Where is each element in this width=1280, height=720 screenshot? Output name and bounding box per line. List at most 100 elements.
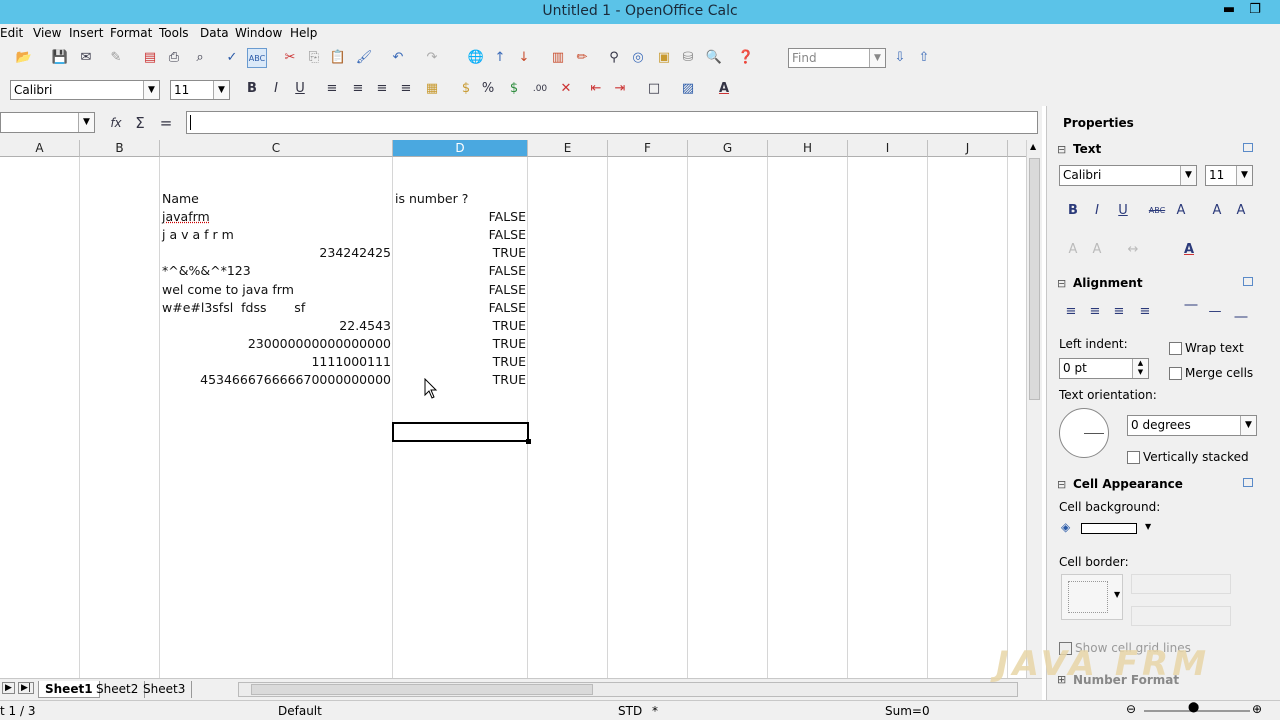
cell-d[interactable]: TRUE: [395, 244, 526, 262]
collapse-text-icon[interactable]: ⊟: [1057, 143, 1066, 156]
spellcheck-icon[interactable]: ✓: [222, 48, 242, 68]
superscript-icon[interactable]: A: [1207, 201, 1227, 221]
cell-c[interactable]: 234242425: [162, 244, 391, 262]
border-style-picker[interactable]: [1131, 574, 1231, 594]
autospellcheck-icon[interactable]: ABC: [247, 48, 267, 68]
find-replace-icon[interactable]: ⚲: [604, 48, 624, 68]
orientation-dial[interactable]: [1059, 408, 1109, 458]
align-middle-icon[interactable]: —: [1205, 302, 1225, 322]
column-header-h[interactable]: H: [768, 140, 848, 157]
merge-cells-checkbox[interactable]: [1169, 367, 1182, 380]
undo-icon[interactable]: ↶: [388, 48, 408, 68]
subscript-icon[interactable]: A: [1231, 201, 1251, 221]
sidebar-justify-icon[interactable]: ≡: [1135, 302, 1155, 322]
chevron-down-icon[interactable]: ▼: [78, 113, 94, 132]
export-pdf-icon[interactable]: ▤: [140, 48, 160, 68]
zoom-out-icon[interactable]: ⊖: [1126, 702, 1136, 716]
align-left-icon[interactable]: ≡: [322, 79, 342, 99]
cell-c[interactable]: *^&%&^*123: [162, 262, 391, 280]
increase-indent-icon[interactable]: ⇥: [610, 79, 630, 99]
border-color-picker[interactable]: [1131, 606, 1231, 626]
cell-d[interactable]: FALSE: [395, 262, 526, 280]
function-icon[interactable]: =: [156, 113, 176, 133]
name-box[interactable]: ▼: [0, 112, 95, 133]
edit-file-icon[interactable]: ✎: [106, 48, 126, 68]
cell-d-header[interactable]: is number ?: [395, 190, 526, 208]
alignment-section-title[interactable]: Alignment: [1073, 276, 1143, 290]
chevron-down-icon[interactable]: ▼: [1236, 166, 1252, 185]
cell-background-picker[interactable]: ◈ ▼: [1061, 520, 1155, 538]
cell-d[interactable]: FALSE: [395, 208, 526, 226]
menu-edit[interactable]: Edit: [0, 26, 23, 40]
font-color-icon[interactable]: A: [714, 79, 734, 99]
horizontal-scrollbar[interactable]: [238, 682, 1018, 697]
cell-c[interactable]: javafrm: [162, 208, 391, 226]
sidebar-font-size[interactable]: 11 ▼: [1205, 165, 1253, 186]
cell-d[interactable]: FALSE: [395, 226, 526, 244]
email-icon[interactable]: ✉: [76, 48, 96, 68]
find-next-icon[interactable]: ⇩: [890, 48, 910, 68]
underline-icon[interactable]: U: [290, 79, 310, 99]
column-header-k[interactable]: [1008, 140, 1026, 157]
chevron-down-icon[interactable]: ▼: [213, 81, 229, 99]
status-sum[interactable]: Sum=0: [885, 704, 930, 718]
column-header-c[interactable]: C: [160, 140, 393, 157]
column-header-b[interactable]: B: [80, 140, 160, 157]
standard-format-icon[interactable]: $: [504, 79, 524, 99]
menu-format[interactable]: Format: [110, 26, 152, 40]
menu-help[interactable]: Help: [290, 26, 317, 40]
cell-d[interactable]: FALSE: [395, 299, 526, 317]
data-sources-icon[interactable]: ⛁: [678, 48, 698, 68]
font-size-box[interactable]: 11 ▼: [170, 80, 230, 100]
find-previous-icon[interactable]: ⇧: [914, 48, 934, 68]
sort-descending-icon[interactable]: ↓: [514, 48, 534, 68]
justify-icon[interactable]: ≡: [396, 79, 416, 99]
menu-tools[interactable]: Tools: [159, 26, 189, 40]
sidebar-align-center-icon[interactable]: ≡: [1085, 302, 1105, 322]
orientation-degrees[interactable]: 0 degrees ▼: [1127, 415, 1257, 436]
italic-icon[interactable]: I: [266, 79, 286, 99]
merge-cells-icon[interactable]: ▦: [422, 79, 442, 99]
column-header-f[interactable]: F: [608, 140, 688, 157]
cell-border-picker[interactable]: ▼: [1061, 574, 1123, 620]
sidebar-font-color-icon[interactable]: A: [1179, 240, 1199, 260]
percent-icon[interactable]: %: [478, 79, 498, 99]
selection-mode[interactable]: STD: [618, 704, 642, 718]
sidebar-underline-icon[interactable]: U: [1113, 201, 1133, 221]
chevron-down-icon[interactable]: ▼: [869, 49, 885, 67]
text-section-title[interactable]: Text: [1073, 142, 1101, 156]
cell-c-name[interactable]: Name: [162, 190, 391, 208]
gallery-icon[interactable]: ▣: [654, 48, 674, 68]
cell-c[interactable]: wel come to java frm: [162, 281, 391, 299]
show-draw-icon[interactable]: ✏: [572, 48, 592, 68]
cell-c[interactable]: 1111000111: [162, 353, 391, 371]
open-icon[interactable]: 📂: [14, 48, 34, 68]
sum-icon[interactable]: Σ: [130, 113, 150, 133]
cell-d[interactable]: TRUE: [395, 353, 526, 371]
cell-c[interactable]: 453466676666670000000000: [162, 371, 391, 389]
menu-data[interactable]: Data: [200, 26, 229, 40]
navigator-icon[interactable]: ◎: [628, 48, 648, 68]
vertically-stacked-checkbox[interactable]: [1127, 451, 1140, 464]
sidebar-align-left-icon[interactable]: ≡: [1061, 302, 1081, 322]
sort-ascending-icon[interactable]: ↑: [490, 48, 510, 68]
add-decimal-icon[interactable]: .00: [530, 79, 550, 99]
formula-input[interactable]: [186, 111, 1038, 134]
align-right-icon[interactable]: ≡: [372, 79, 392, 99]
hyperlink-icon[interactable]: 🌐: [466, 48, 486, 68]
chart-icon[interactable]: ▥: [548, 48, 568, 68]
alignment-more-options-icon[interactable]: [1243, 277, 1253, 286]
background-color-icon[interactable]: ▨: [678, 79, 698, 99]
zoom-in-icon[interactable]: ⊕: [1252, 702, 1262, 716]
zoom-slider-handle[interactable]: ⬤: [1188, 702, 1199, 713]
chevron-down-icon[interactable]: ▼: [1145, 522, 1151, 531]
find-input[interactable]: Find ▼: [788, 48, 886, 68]
character-spacing-icon[interactable]: ↔: [1123, 240, 1143, 260]
restore-button[interactable]: ❐: [1240, 0, 1270, 22]
last-sheet-nav-icon[interactable]: ▶: [2, 682, 15, 694]
currency-icon[interactable]: $: [456, 79, 476, 99]
next-sheet-nav-icon[interactable]: ▶|: [18, 682, 34, 694]
collapse-cell-appearance-icon[interactable]: ⊟: [1057, 478, 1066, 491]
chevron-down-icon[interactable]: ▼: [1114, 590, 1120, 599]
column-header-i[interactable]: I: [848, 140, 928, 157]
